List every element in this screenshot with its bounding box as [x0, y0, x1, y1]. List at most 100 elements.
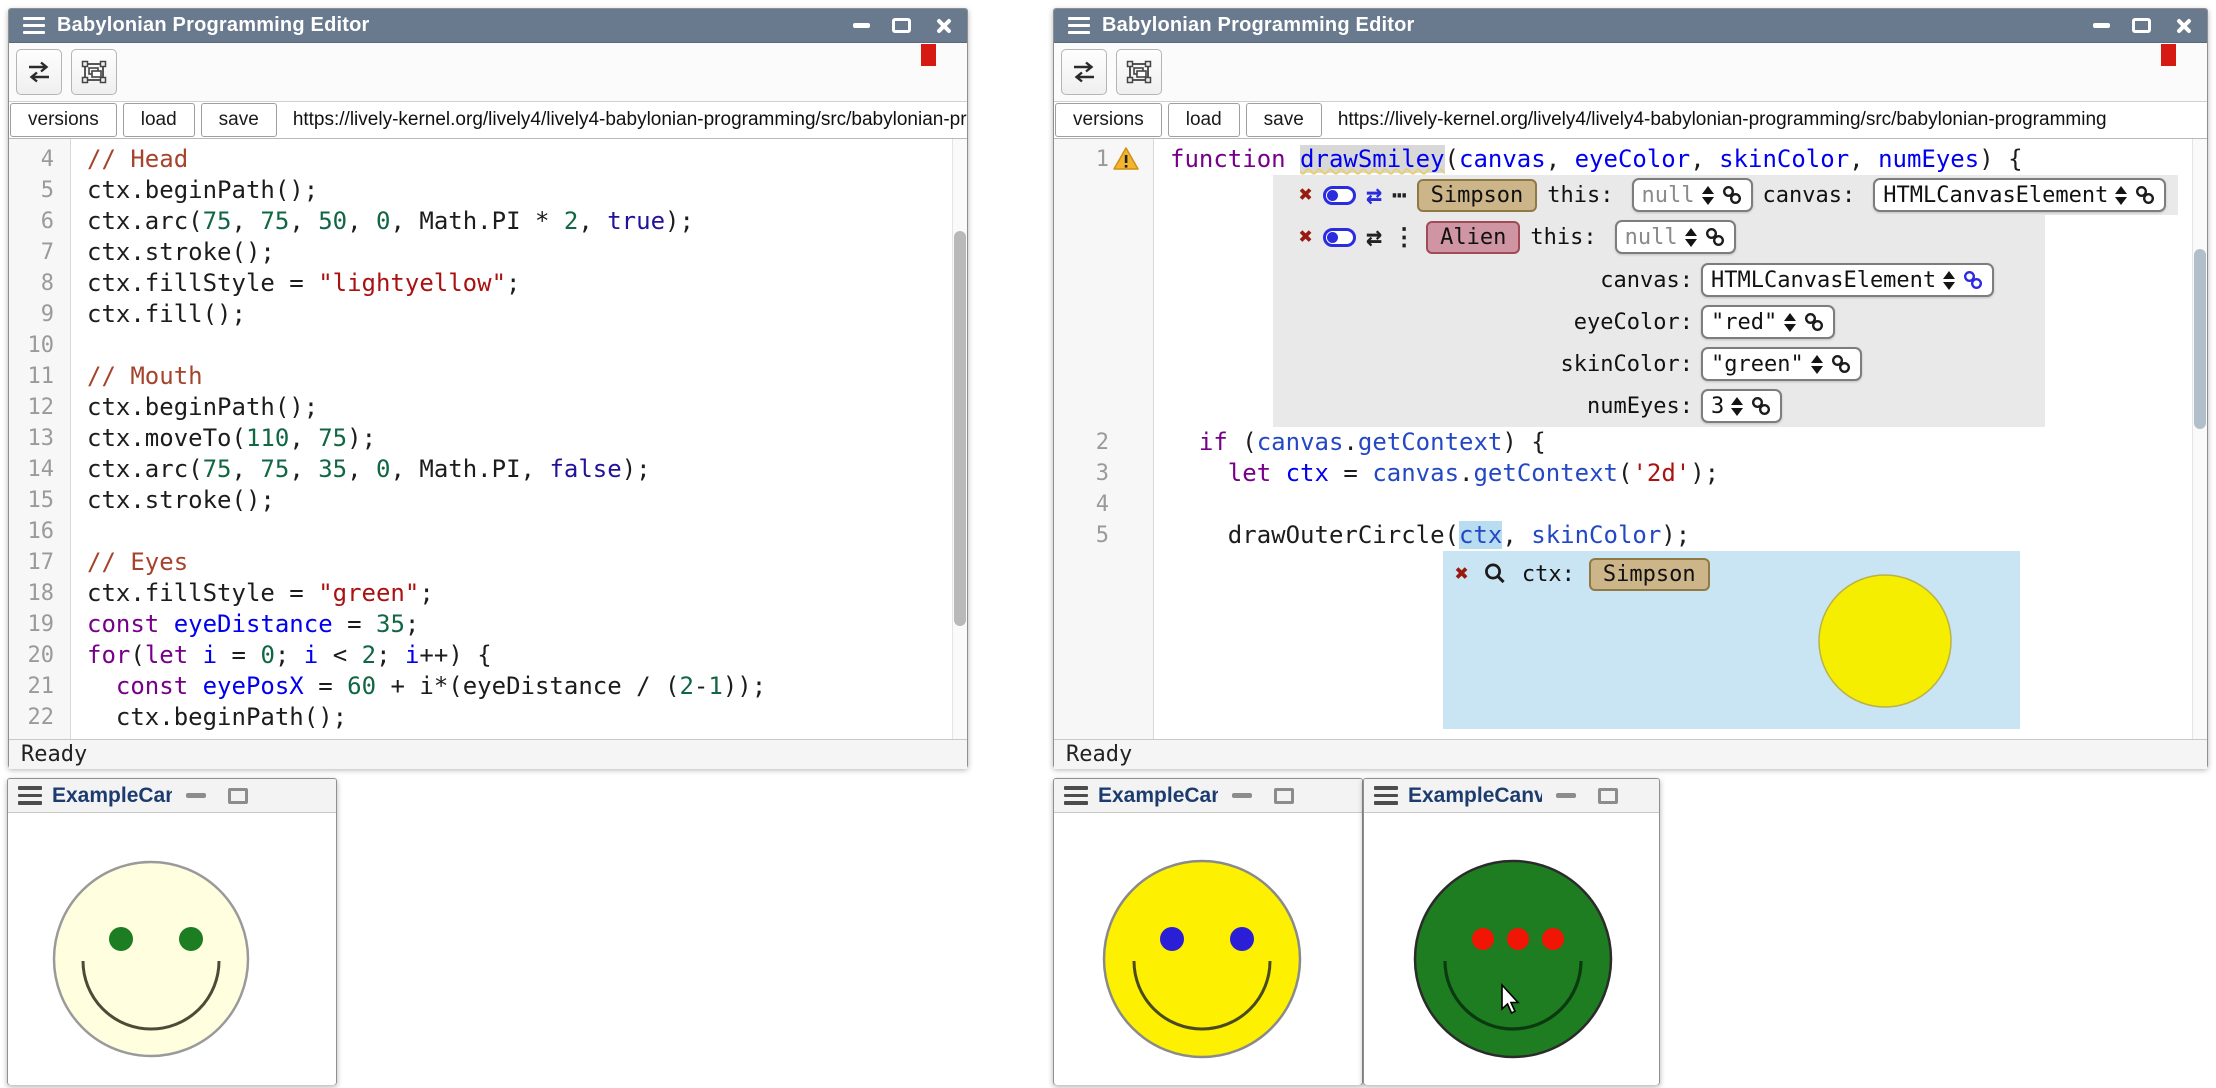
- link-icon[interactable]: [1750, 395, 1772, 417]
- scrollbar-thumb[interactable]: [954, 231, 966, 626]
- stepper-icon[interactable]: [1943, 271, 1955, 290]
- scrollbar-thumb[interactable]: [2194, 249, 2206, 429]
- window-menu-icon[interactable]: [1374, 786, 1398, 805]
- code-line[interactable]: ctx.arc(75, 75, 50, 0, Math.PI * 2, true…: [87, 206, 967, 237]
- close-button[interactable]: [933, 16, 953, 36]
- versions-button[interactable]: versions: [1055, 103, 1162, 137]
- code-line[interactable]: ctx.fill();: [87, 299, 967, 330]
- versions-button[interactable]: versions: [10, 103, 117, 137]
- code-editor[interactable]: 45678910111213141516171819202122 // Head…: [9, 139, 967, 739]
- load-button[interactable]: load: [123, 103, 195, 137]
- link-icon[interactable]: [1830, 353, 1852, 375]
- code-line[interactable]: // Eyes: [87, 547, 967, 578]
- warning-icon[interactable]: [1112, 146, 1140, 177]
- maximize-button[interactable]: [1274, 788, 1294, 804]
- magnifier-icon[interactable]: [1483, 562, 1508, 587]
- vertical-scrollbar[interactable]: [2192, 139, 2207, 739]
- code-line[interactable]: ctx.beginPath();: [87, 392, 967, 423]
- vertical-scrollbar[interactable]: [952, 139, 967, 739]
- transform-frame-button[interactable]: [71, 49, 117, 95]
- code-area[interactable]: // Headctx.beginPath();ctx.arc(75, 75, 5…: [71, 139, 967, 739]
- code-line[interactable]: ctx.beginPath();: [87, 702, 967, 733]
- code-line[interactable]: // Mouth: [87, 361, 967, 392]
- code-line[interactable]: ctx.fillStyle = "lightyellow";: [87, 268, 967, 299]
- window-titlebar[interactable]: Babylonian Programming Editor: [9, 9, 967, 43]
- param-value[interactable]: HTMLCanvasElement: [1701, 263, 1994, 297]
- more-options-icon[interactable]: ⋮: [1392, 225, 1416, 249]
- code-line[interactable]: [87, 516, 967, 547]
- code-line[interactable]: drawOuterCircle(ctx, skinColor);: [1170, 520, 2207, 551]
- code-line[interactable]: let ctx = canvas.getContext('2d');: [1170, 458, 2207, 489]
- delete-example-icon[interactable]: ✖: [1299, 226, 1313, 249]
- maximize-button[interactable]: [228, 788, 248, 804]
- stepper-icon[interactable]: [1685, 228, 1697, 247]
- param-value-canvas[interactable]: HTMLCanvasElement: [1873, 178, 2166, 212]
- link-icon-blue[interactable]: [1962, 269, 1984, 291]
- example-badge-simpson[interactable]: Simpson: [1417, 179, 1538, 212]
- url-field[interactable]: https://lively-kernel.org/lively4/lively…: [1328, 103, 2207, 137]
- delete-example-icon[interactable]: ✖: [1299, 184, 1313, 207]
- window-titlebar[interactable]: Babylonian Programming Editor: [1054, 9, 2207, 43]
- close-probe-icon[interactable]: ✖: [1455, 563, 1469, 586]
- example-toggle[interactable]: [1323, 228, 1356, 247]
- save-button[interactable]: save: [201, 103, 277, 137]
- maximize-button[interactable]: [1598, 788, 1618, 804]
- window-menu-icon[interactable]: [18, 786, 42, 805]
- window-titlebar[interactable]: ExampleCanvas: [1364, 779, 1659, 813]
- maximize-button[interactable]: [2132, 18, 2151, 33]
- param-value[interactable]: "green": [1701, 347, 1862, 381]
- swap-arrows-button[interactable]: [16, 49, 62, 95]
- code-editor[interactable]: 1 2 3 4 5 function drawSmiley(canvas, ey…: [1054, 139, 2207, 739]
- code-line[interactable]: ctx.fillStyle = "green";: [87, 578, 967, 609]
- code-line[interactable]: ctx.arc(75, 75, 35, 0, Math.PI, false);: [87, 454, 967, 485]
- stepper-icon[interactable]: [1811, 355, 1823, 374]
- minimize-button[interactable]: [1556, 793, 1576, 798]
- code-line[interactable]: for(let i = 0; i < 2; i++) {: [87, 640, 967, 671]
- more-options-icon[interactable]: ⋯: [1392, 183, 1406, 207]
- stepper-icon[interactable]: [1784, 313, 1796, 332]
- window-menu-icon[interactable]: [1064, 786, 1088, 805]
- link-icon[interactable]: [1721, 184, 1743, 206]
- trace-arrows-icon[interactable]: ⇄: [1366, 224, 1382, 251]
- code-line[interactable]: function drawSmiley(canvas, eyeColor, sk…: [1170, 144, 2207, 175]
- minimize-button[interactable]: [1232, 793, 1252, 798]
- minimize-button[interactable]: [2093, 23, 2110, 28]
- link-icon[interactable]: [1704, 226, 1726, 248]
- stepper-icon[interactable]: [1731, 397, 1743, 416]
- code-line[interactable]: [87, 330, 967, 361]
- code-line[interactable]: if (canvas.getContext) {: [1170, 427, 2207, 458]
- code-line[interactable]: // Head: [87, 144, 967, 175]
- transform-frame-button[interactable]: [1116, 49, 1162, 95]
- save-button[interactable]: save: [1246, 103, 1322, 137]
- code-line[interactable]: ctx.beginPath();: [87, 175, 967, 206]
- close-button[interactable]: [2173, 16, 2193, 36]
- code-line[interactable]: [1170, 489, 2207, 520]
- param-value-this[interactable]: null: [1615, 220, 1736, 254]
- param-value-this[interactable]: null: [1632, 178, 1753, 212]
- window-titlebar[interactable]: ExampleCanvas: [1054, 779, 1362, 813]
- example-toggle[interactable]: [1323, 186, 1356, 205]
- param-value[interactable]: 3: [1701, 389, 1782, 423]
- window-titlebar[interactable]: ExampleCanvas: [8, 779, 336, 813]
- code-line[interactable]: ctx.stroke();: [87, 485, 967, 516]
- trace-arrows-icon[interactable]: ⇄: [1366, 182, 1382, 209]
- window-menu-icon[interactable]: [1068, 17, 1090, 34]
- minimize-button[interactable]: [853, 23, 870, 28]
- probe-example-badge[interactable]: Simpson: [1589, 558, 1710, 591]
- example-badge-alien[interactable]: Alien: [1426, 221, 1520, 254]
- stepper-icon[interactable]: [1702, 186, 1714, 205]
- load-button[interactable]: load: [1168, 103, 1240, 137]
- code-line[interactable]: const eyeDistance = 35;: [87, 609, 967, 640]
- link-icon[interactable]: [2134, 184, 2156, 206]
- stepper-icon[interactable]: [2115, 186, 2127, 205]
- swap-arrows-button[interactable]: [1061, 49, 1107, 95]
- link-icon[interactable]: [1803, 311, 1825, 333]
- code-line[interactable]: ctx.moveTo(110, 75);: [87, 423, 967, 454]
- code-line[interactable]: ctx.stroke();: [87, 237, 967, 268]
- maximize-button[interactable]: [892, 18, 911, 33]
- code-line[interactable]: const eyePosX = 60 + i*(eyeDistance / (2…: [87, 671, 967, 702]
- url-field[interactable]: https://lively-kernel.org/lively4/lively…: [283, 103, 967, 137]
- code-area[interactable]: function drawSmiley(canvas, eyeColor, sk…: [1154, 139, 2207, 739]
- minimize-button[interactable]: [186, 793, 206, 798]
- param-value[interactable]: "red": [1701, 305, 1835, 339]
